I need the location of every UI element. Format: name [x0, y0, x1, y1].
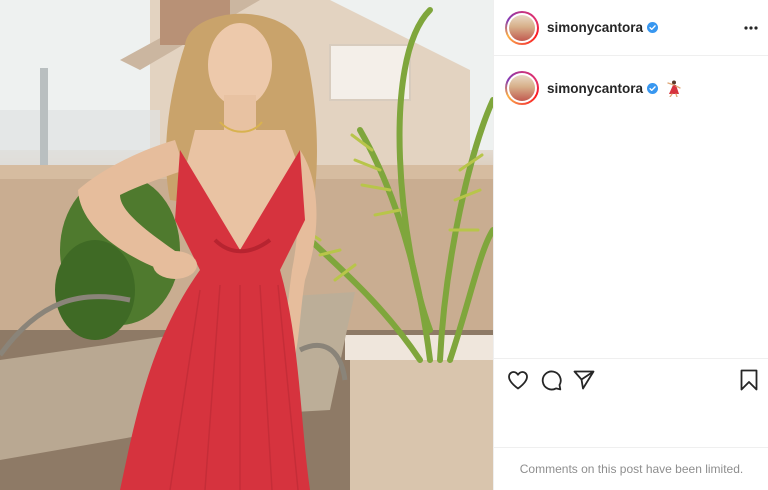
post-image[interactable]	[0, 0, 493, 490]
more-options-button[interactable]	[743, 20, 759, 36]
comment-icon[interactable]	[539, 368, 563, 392]
avatar-image	[509, 14, 535, 41]
caption-avatar[interactable]	[505, 71, 539, 105]
post-actions-bar	[494, 358, 768, 402]
caption-avatar-image	[509, 75, 535, 101]
post-caption: simonycantora	[505, 71, 682, 105]
post-side-panel: simonycantora simonycantora Comments on …	[493, 0, 768, 490]
caption-username-link[interactable]: simonycantora	[547, 81, 643, 96]
paper-plane-icon[interactable]	[572, 368, 596, 392]
more-dots-icon	[744, 26, 758, 30]
caption-verified-badge-icon	[647, 82, 659, 94]
verified-badge-icon	[647, 22, 659, 33]
caption-avatar-border	[507, 73, 537, 103]
comments-limited-notice: Comments on this post have been limited.	[494, 447, 768, 490]
avatar[interactable]	[505, 10, 539, 45]
username-link[interactable]: simonycantora	[547, 20, 643, 35]
bookmark-icon[interactable]	[737, 368, 761, 392]
post-photo-illustration	[0, 0, 493, 490]
heart-icon[interactable]	[506, 368, 530, 392]
comments-limited-text: Comments on this post have been limited.	[519, 462, 744, 476]
post-header: simonycantora	[494, 0, 768, 56]
dancer-emoji-icon	[667, 80, 681, 97]
avatar-border	[507, 12, 537, 43]
